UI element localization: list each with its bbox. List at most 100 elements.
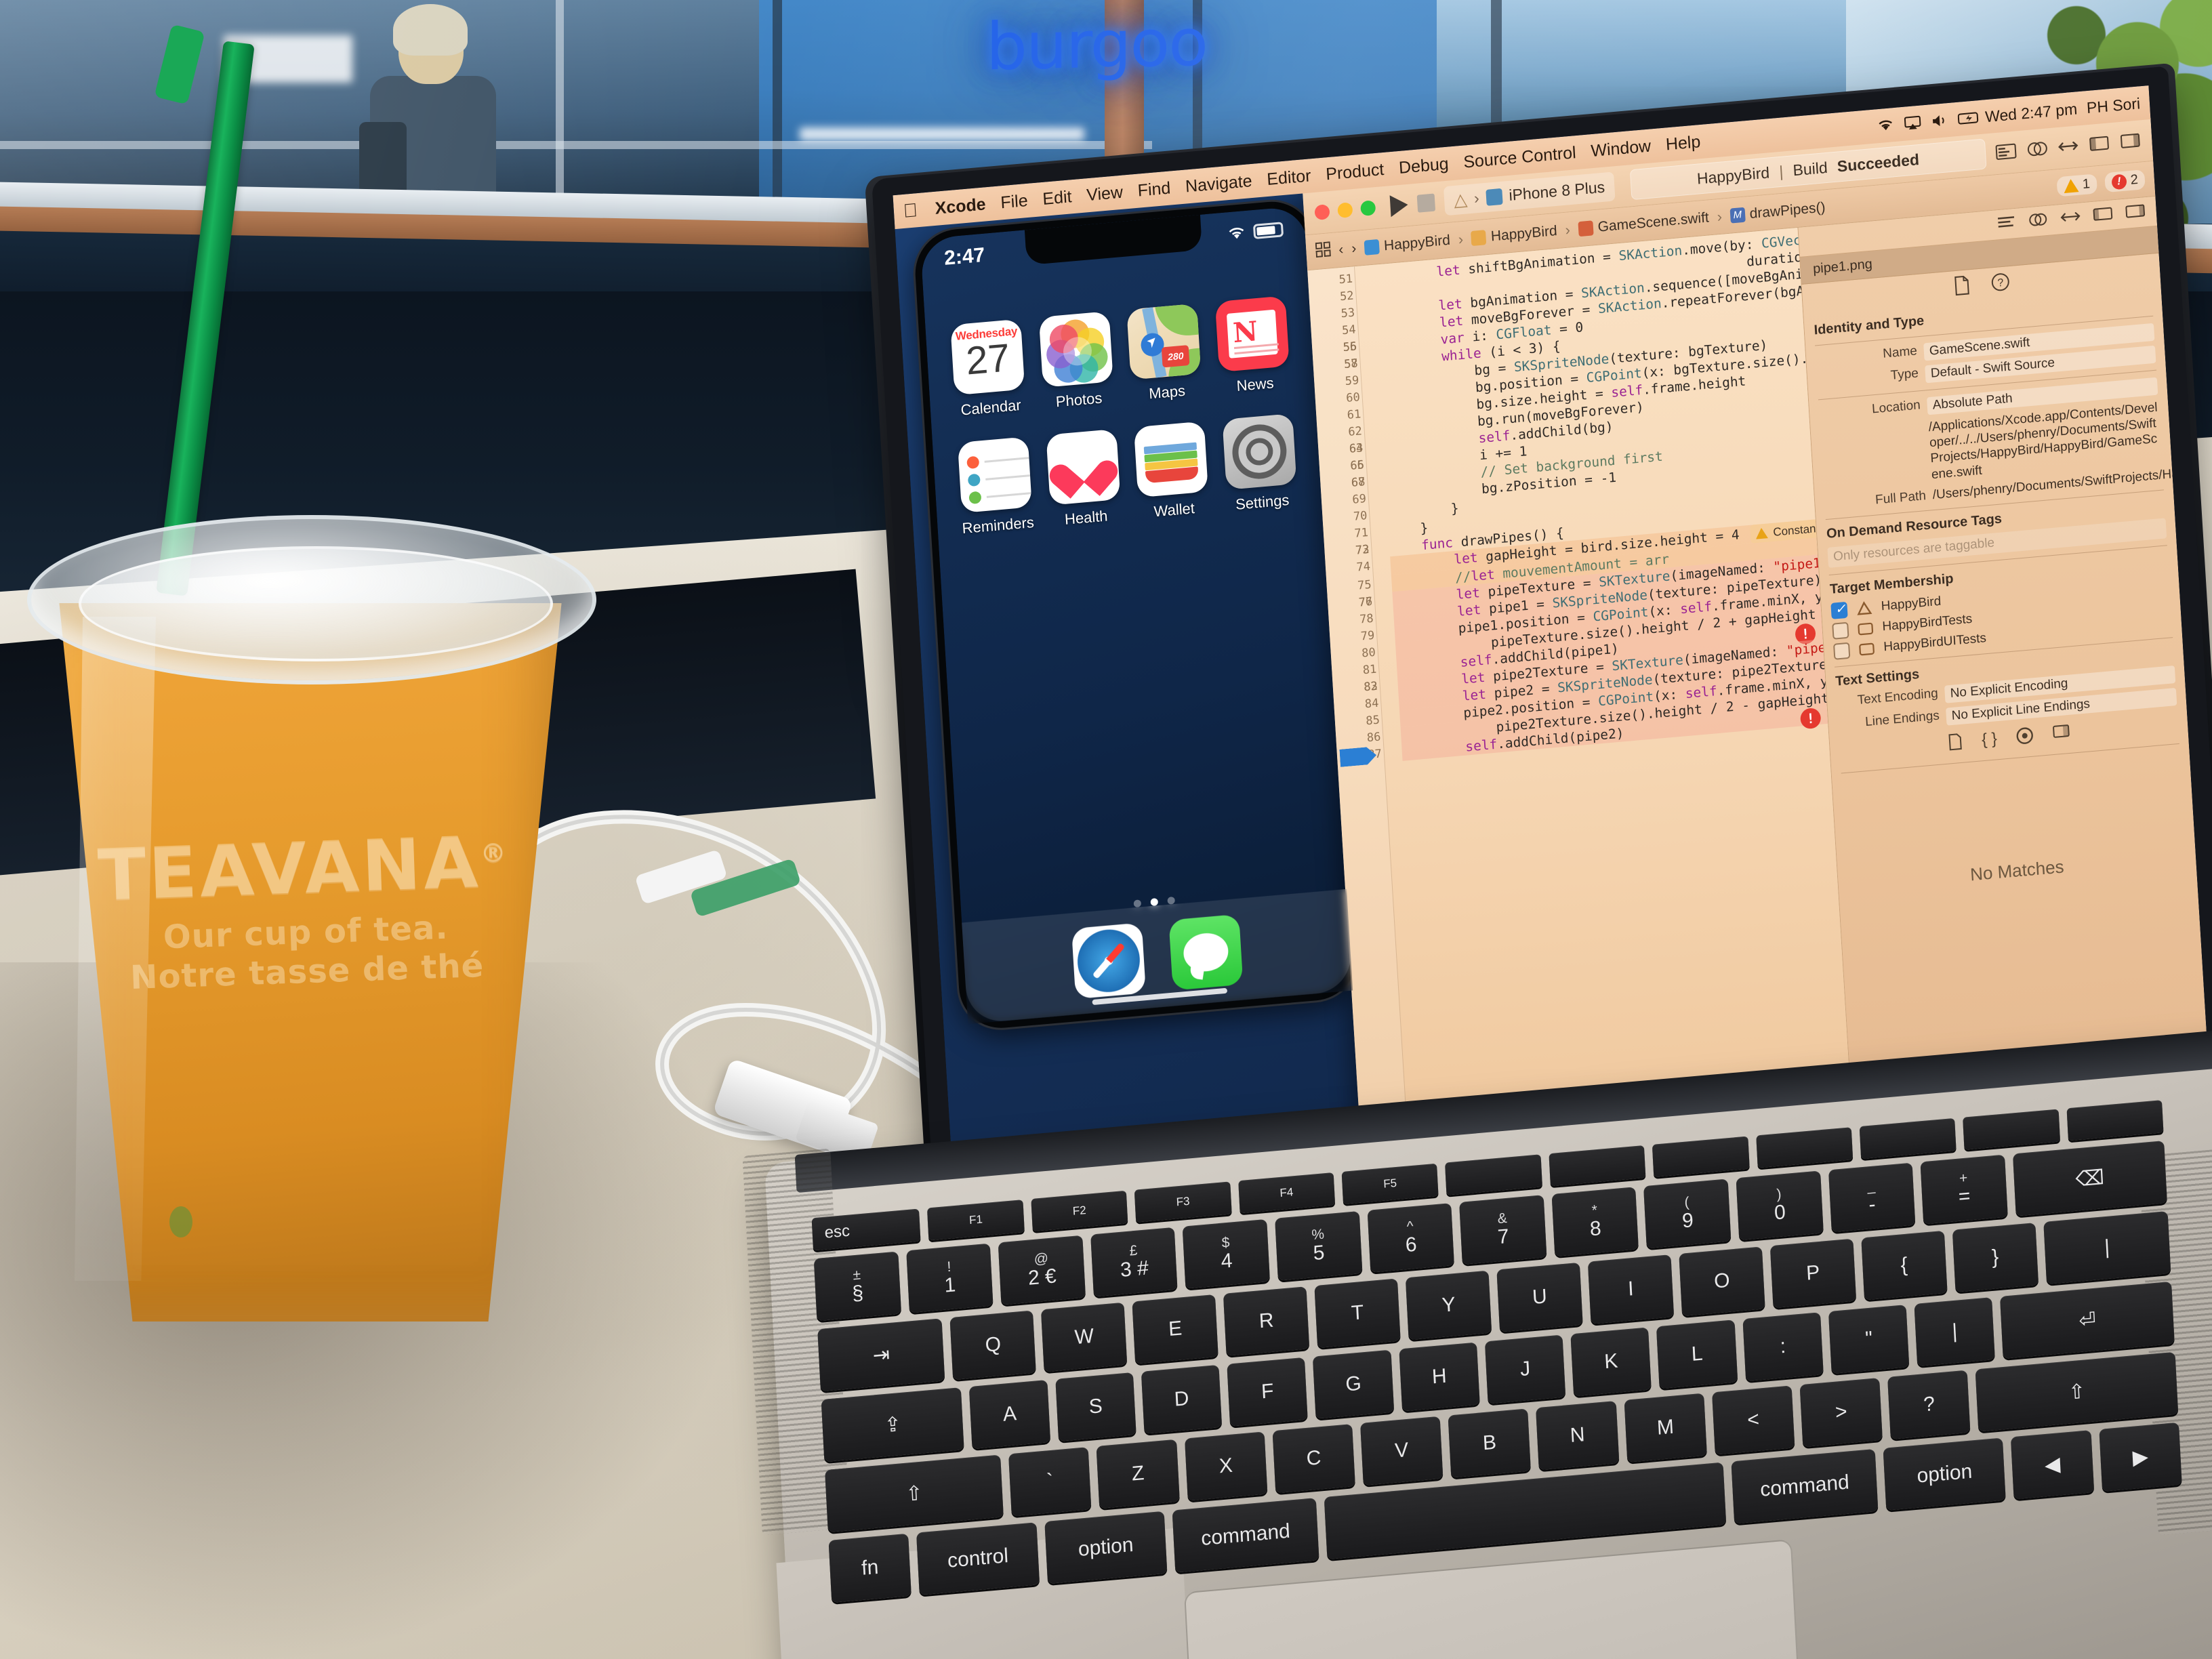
maps-icon[interactable]: 280 xyxy=(1126,303,1202,380)
code-text-area[interactable]: 51 let shiftBgAnimation = SKAction.move(… xyxy=(1338,228,1851,1136)
version-icon[interactable] xyxy=(2060,209,2081,229)
health-icon[interactable] xyxy=(1046,428,1121,506)
key-u[interactable]: U xyxy=(1496,1262,1583,1332)
airplay-icon[interactable] xyxy=(1904,115,1922,131)
minimize-button[interactable] xyxy=(1337,201,1353,218)
key-1[interactable]: ! 1 xyxy=(905,1243,994,1313)
key-fn[interactable]: fn xyxy=(828,1533,912,1603)
braces-icon[interactable]: { } xyxy=(1981,729,1998,752)
key-[interactable]: ⇪ xyxy=(821,1387,965,1462)
assistant-editor-icon[interactable] xyxy=(2026,139,2049,160)
ios-simulator-window[interactable]: 2:47 Wednesday 27 Calendar Photos ➤ 280 … xyxy=(912,198,1360,1032)
breadcrumb-symbol[interactable]: M drawPipes() xyxy=(1729,199,1826,224)
key-option[interactable]: option xyxy=(1044,1511,1168,1584)
key-p[interactable]: P xyxy=(1769,1238,1856,1309)
menu-item-xcode[interactable]: Xcode xyxy=(935,194,987,218)
key-s[interactable]: S xyxy=(1054,1372,1136,1441)
key-[interactable]: ◀ xyxy=(2011,1430,2094,1500)
breadcrumb-file[interactable]: GameScene.swift xyxy=(1578,209,1709,237)
wifi-icon[interactable] xyxy=(1877,117,1895,134)
app-reminders[interactable]: Reminders xyxy=(949,436,1043,538)
key-m[interactable]: M xyxy=(1624,1393,1707,1462)
key-[interactable]: > xyxy=(1799,1377,1883,1448)
version-editor-icon[interactable] xyxy=(2057,136,2080,157)
key-4[interactable]: $4 xyxy=(1183,1218,1270,1289)
target-checkbox[interactable] xyxy=(1832,642,1851,660)
list-view-icon[interactable] xyxy=(1996,214,2017,234)
key-[interactable]: ⇧ xyxy=(1975,1351,2179,1432)
key-[interactable]: ▶ xyxy=(2099,1422,2182,1492)
breadcrumb-group[interactable]: HappyBird xyxy=(1471,222,1557,246)
run-button[interactable] xyxy=(1389,193,1409,217)
key-command[interactable]: command xyxy=(1172,1498,1319,1573)
related-items-icon[interactable] xyxy=(1315,241,1332,262)
key-6[interactable]: ^ 6 xyxy=(1367,1203,1455,1273)
battery-icon[interactable] xyxy=(1958,110,1979,127)
xcode-window[interactable]: △ › iPhone 8 Plus HappyBird | Build Succ… xyxy=(1303,118,2209,1141)
apple-menu-icon[interactable]:  xyxy=(903,199,918,222)
key-0[interactable]: ) 0 xyxy=(1736,1170,1824,1241)
reminders-icon[interactable] xyxy=(958,436,1033,514)
menu-item-source-control[interactable]: Source Control xyxy=(1463,143,1577,172)
menu-item-help[interactable]: Help xyxy=(1665,132,1701,155)
app-wallet[interactable]: Wallet xyxy=(1125,420,1219,523)
key-o[interactable]: O xyxy=(1679,1246,1765,1316)
menu-item-file[interactable]: File xyxy=(1000,190,1029,212)
key-7[interactable]: & 7 xyxy=(1459,1195,1547,1265)
app-news[interactable]: N News xyxy=(1206,295,1300,397)
stop-button[interactable] xyxy=(1416,193,1436,213)
warning-count-badge[interactable]: 1 xyxy=(2056,173,2097,197)
back-button[interactable]: ‹ xyxy=(1338,241,1344,258)
key-w[interactable]: W xyxy=(1041,1302,1128,1372)
close-button[interactable] xyxy=(1314,203,1330,220)
key-n[interactable]: N xyxy=(1536,1400,1620,1471)
app-calendar[interactable]: Wednesday 27 Calendar xyxy=(941,318,1036,420)
key-h[interactable]: H xyxy=(1399,1342,1480,1412)
key-y[interactable]: Y xyxy=(1405,1270,1492,1340)
key-[interactable]: _ - xyxy=(1828,1162,1916,1233)
key-[interactable]: ± § xyxy=(813,1251,901,1322)
error-badge[interactable]: ! xyxy=(1799,707,1822,730)
menu-item-product[interactable]: Product xyxy=(1325,159,1385,184)
standard-editor-icon[interactable] xyxy=(1994,142,2018,163)
key-9[interactable]: (9 xyxy=(1643,1179,1732,1249)
key-[interactable]: ` xyxy=(1008,1447,1092,1517)
key-[interactable]: < xyxy=(1711,1385,1795,1455)
key-[interactable]: { xyxy=(1861,1230,1948,1300)
menubar-user[interactable]: PH Sori xyxy=(2086,94,2141,117)
target-checkbox[interactable] xyxy=(1832,621,1849,640)
calendar-icon[interactable]: Wednesday 27 xyxy=(950,319,1025,396)
key-f[interactable]: F xyxy=(1227,1357,1309,1427)
key-8[interactable]: * 8 xyxy=(1551,1187,1639,1257)
key-z[interactable]: Z xyxy=(1096,1439,1180,1509)
key-g[interactable]: G xyxy=(1313,1349,1394,1419)
key-x[interactable]: X xyxy=(1184,1431,1268,1501)
breadcrumb-project[interactable]: HappyBird xyxy=(1364,232,1451,255)
app-settings[interactable]: Settings xyxy=(1213,413,1307,515)
menu-item-find[interactable]: Find xyxy=(1137,178,1171,201)
forward-button[interactable]: › xyxy=(1351,240,1357,257)
key-r[interactable]: R xyxy=(1223,1286,1310,1356)
settings-gear-icon[interactable] xyxy=(1222,413,1297,490)
key-j[interactable]: J xyxy=(1484,1334,1566,1404)
key-[interactable]: } xyxy=(1952,1223,2039,1292)
panel-left-icon[interactable] xyxy=(2092,205,2114,226)
key-[interactable]: ⇧ xyxy=(825,1454,1004,1533)
menu-item-navigate[interactable]: Navigate xyxy=(1185,171,1252,197)
key-d[interactable]: D xyxy=(1141,1364,1223,1434)
menu-item-editor[interactable]: Editor xyxy=(1267,166,1312,190)
key-[interactable]: | xyxy=(2043,1210,2171,1284)
file-inspector-panel[interactable]: pipe1.png ? Identity and Type Name GameS… xyxy=(1797,196,2209,1099)
key-3[interactable]: £3 # xyxy=(1090,1227,1178,1297)
source-editor[interactable]: 51 let shiftBgAnimation = SKAction.move(… xyxy=(1307,228,1851,1141)
key-k[interactable]: K xyxy=(1570,1327,1652,1397)
target-checkbox[interactable] xyxy=(1830,601,1848,619)
target-circle-icon[interactable] xyxy=(2015,726,2034,749)
safari-icon[interactable] xyxy=(1071,922,1146,1000)
menu-item-view[interactable]: View xyxy=(1086,182,1123,205)
wallet-icon[interactable] xyxy=(1134,421,1209,498)
key-5[interactable]: % 5 xyxy=(1275,1210,1363,1281)
app-photos[interactable]: Photos xyxy=(1029,310,1124,413)
key-[interactable]: ⌫ xyxy=(2012,1141,2167,1216)
key-[interactable]: ? xyxy=(1887,1370,1971,1439)
